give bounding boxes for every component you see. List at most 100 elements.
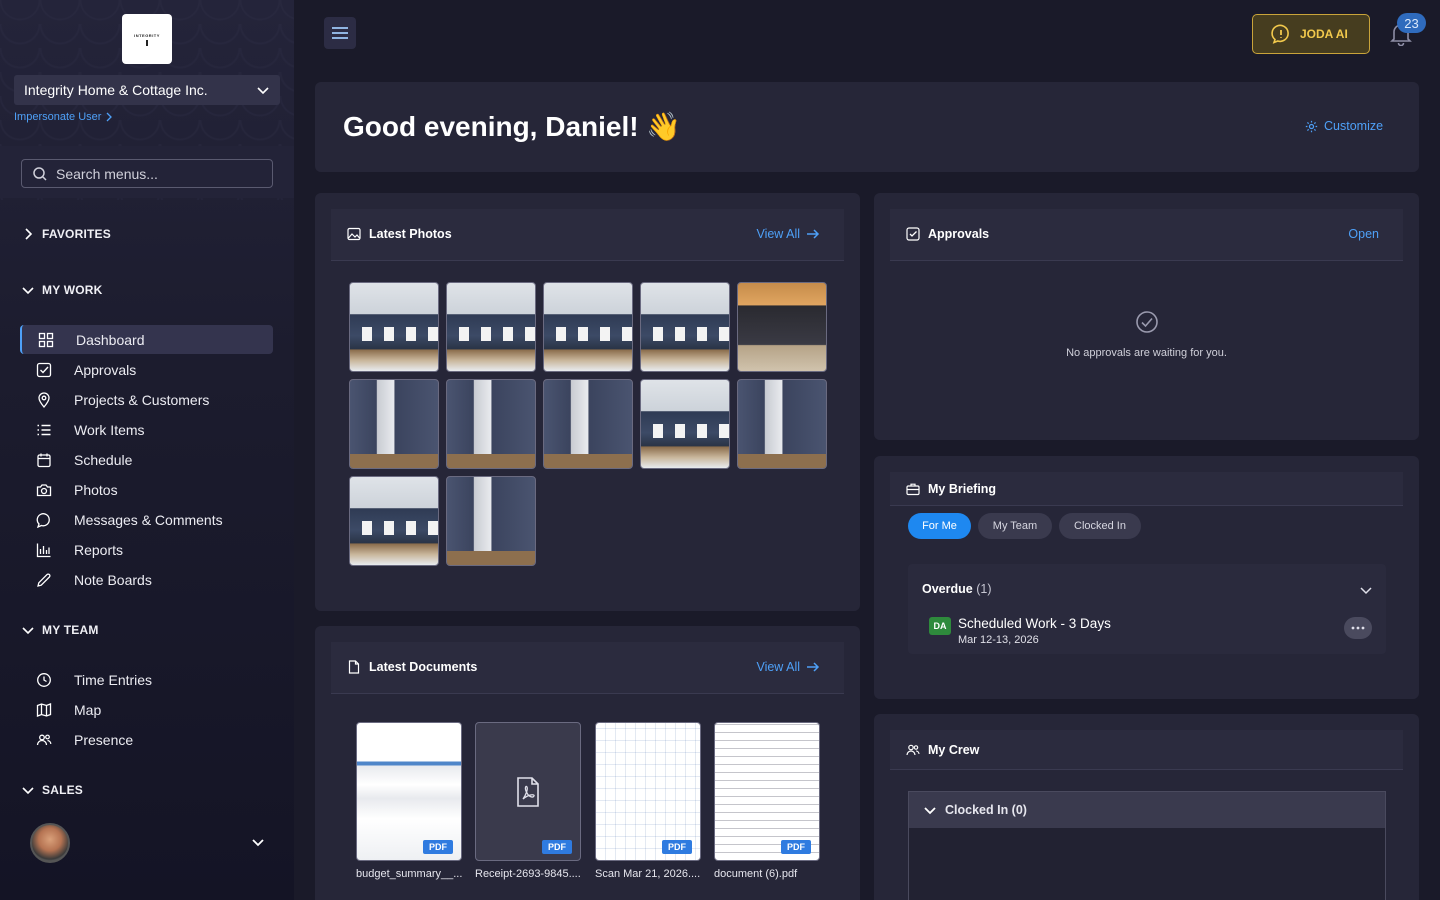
sidebar-item-dashboard[interactable]: Dashboard (20, 325, 273, 354)
customize-button[interactable]: Customize (1305, 119, 1383, 133)
section-my-work[interactable]: MY WORK (22, 283, 103, 297)
photos-title: Latest Photos (369, 227, 452, 241)
file-icon (348, 660, 360, 674)
sidebar-item-label: Time Entries (74, 672, 153, 688)
photo-thumbnail[interactable] (349, 282, 439, 372)
document-name[interactable]: document (6).pdf (714, 868, 824, 880)
pencil-icon (37, 573, 51, 587)
briefing-header: My Briefing (890, 472, 1403, 506)
photo-thumbnail[interactable] (640, 282, 730, 372)
chevron-down-icon (22, 627, 34, 635)
chevron-down-icon (257, 87, 269, 95)
sidebar-item-reports[interactable]: Reports (20, 535, 273, 564)
chevron-down-icon[interactable] (1360, 584, 1372, 596)
sidebar-item-schedule[interactable]: Schedule (20, 445, 273, 474)
pdf-tag: PDF (542, 840, 572, 854)
overdue-heading[interactable]: Overdue (1) (922, 582, 991, 596)
documents-view-all-link[interactable]: View All (756, 660, 820, 674)
latest-photos-card: Latest Photos View All (315, 193, 860, 611)
clock-icon (37, 673, 51, 687)
sidebar: INTEGRITY Integrity Home & Cottage Inc. … (0, 0, 294, 900)
document-name[interactable]: budget_summary__... (356, 868, 466, 880)
photo-thumbnail[interactable] (446, 282, 536, 372)
check-square-icon (906, 227, 920, 241)
pdf-tag: PDF (423, 840, 453, 854)
view-all-label: View All (756, 660, 800, 674)
section-my-team[interactable]: MY TEAM (22, 623, 99, 637)
sidebar-item-work-items[interactable]: Work Items (20, 415, 273, 444)
tab-for-me[interactable]: For Me (908, 513, 971, 539)
search-placeholder: Search menus... (56, 165, 158, 182)
overdue-count: (1) (976, 582, 992, 596)
photo-thumbnail[interactable] (737, 282, 827, 372)
latest-documents-card: Latest Documents View All PDF budget_sum… (315, 626, 860, 900)
clocked-in-toggle[interactable]: Clocked In (0) (909, 792, 1385, 828)
approvals-empty-message: No approvals are waiting for you. (1066, 347, 1227, 359)
sidebar-item-time-entries[interactable]: Time Entries (20, 665, 273, 694)
list-icon (37, 424, 51, 436)
sidebar-item-label: Dashboard (76, 332, 145, 348)
section-favorites-label: FAVORITES (42, 227, 111, 241)
notification-badge: 23 (1397, 13, 1426, 33)
view-all-label: View All (756, 227, 800, 241)
document-thumbnail[interactable]: PDF (356, 722, 462, 861)
menu-toggle-button[interactable] (324, 17, 356, 49)
company-select[interactable]: Integrity Home & Cottage Inc. (14, 75, 280, 105)
clocked-in-section: Clocked In (0) (908, 791, 1386, 900)
document-name[interactable]: Scan Mar 21, 2026.... (595, 868, 705, 880)
work-item-title[interactable]: Scheduled Work - 3 Days (958, 616, 1111, 631)
sidebar-item-note-boards[interactable]: Note Boards (20, 565, 273, 594)
photo-thumbnail[interactable] (737, 379, 827, 469)
hamburger-icon (332, 27, 348, 39)
document-name[interactable]: Receipt-2693-9845.... (475, 868, 585, 880)
search-input[interactable]: Search menus... (21, 159, 273, 188)
sidebar-item-photos[interactable]: Photos (20, 475, 273, 504)
photo-thumbnail[interactable] (349, 476, 439, 566)
pdf-tag: PDF (662, 840, 692, 854)
photo-thumbnail[interactable] (349, 379, 439, 469)
photo-thumbnail[interactable] (640, 379, 730, 469)
sidebar-item-label: Reports (74, 542, 124, 558)
chevron-right-icon (106, 112, 113, 122)
section-favorites[interactable]: FAVORITES (22, 227, 111, 241)
users-icon (36, 734, 52, 746)
arrow-right-icon (807, 229, 820, 239)
approvals-open-link[interactable]: Open (1348, 227, 1379, 241)
photo-thumbnail[interactable] (543, 282, 633, 372)
impersonate-user-link[interactable]: Impersonate User (14, 111, 113, 123)
chat-icon (36, 513, 50, 528)
tab-my-team[interactable]: My Team (978, 513, 1052, 539)
document-thumbnail[interactable]: PDF (714, 722, 820, 861)
arrow-right-icon (807, 662, 820, 672)
more-options-button[interactable] (1344, 617, 1372, 639)
greeting-title: Good evening, Daniel! 👋 (343, 111, 682, 142)
sidebar-item-map[interactable]: Map (20, 695, 273, 724)
document-thumbnail[interactable]: PDF (595, 722, 701, 861)
photos-view-all-link[interactable]: View All (756, 227, 820, 241)
sidebar-item-label: Presence (74, 732, 134, 748)
chevron-down-icon[interactable] (251, 835, 265, 849)
sidebar-item-messages[interactable]: Messages & Comments (20, 505, 273, 534)
overdue-section: Overdue (1) DA Scheduled Work - 3 Days M… (908, 564, 1386, 654)
joda-ai-button[interactable]: JODA AI (1252, 14, 1370, 54)
section-sales[interactable]: SALES (22, 783, 83, 797)
document-thumbnail[interactable]: PDF (475, 722, 581, 861)
sidebar-item-projects[interactable]: Projects & Customers (20, 385, 273, 414)
documents-title: Latest Documents (369, 660, 478, 674)
company-logo[interactable]: INTEGRITY (122, 14, 172, 64)
calendar-icon (37, 453, 51, 468)
crew-header: My Crew (890, 730, 1403, 770)
assignee-badge: DA (929, 617, 951, 635)
user-avatar[interactable] (30, 823, 70, 863)
photo-thumbnail[interactable] (446, 476, 536, 566)
chevron-down-icon (924, 807, 936, 815)
tab-clocked-in[interactable]: Clocked In (1059, 513, 1141, 539)
photo-thumbnail[interactable] (446, 379, 536, 469)
check-square-icon (36, 362, 52, 378)
customize-label: Customize (1324, 119, 1384, 133)
sidebar-item-presence[interactable]: Presence (20, 725, 273, 754)
sidebar-item-approvals[interactable]: Approvals (20, 355, 273, 384)
photo-thumbnail[interactable] (543, 379, 633, 469)
documents-header: Latest Documents View All (331, 642, 844, 694)
joda-ai-label: JODA AI (1300, 27, 1348, 41)
